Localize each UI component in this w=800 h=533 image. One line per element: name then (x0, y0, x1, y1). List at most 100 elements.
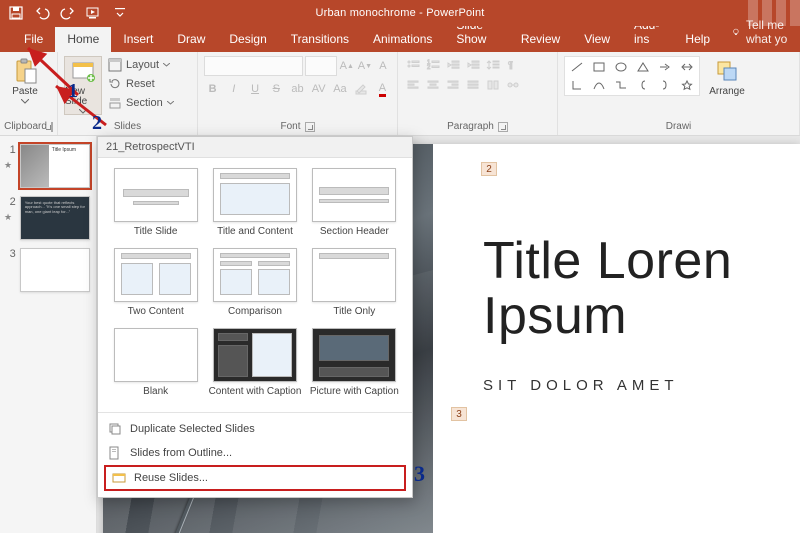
shapes-gallery[interactable] (564, 56, 700, 96)
tab-draw[interactable]: Draw (165, 27, 217, 52)
shape-doublearrow-icon[interactable] (677, 59, 697, 75)
window-title: Urban monochrome - PowerPoint (315, 7, 484, 19)
qat-more-icon[interactable] (112, 5, 128, 21)
svg-text:2: 2 (427, 65, 431, 71)
redo-icon[interactable] (60, 5, 76, 21)
shape-star-icon[interactable] (677, 77, 697, 93)
layout-blank[interactable]: Blank (108, 328, 203, 402)
tab-file[interactable]: File (12, 27, 55, 52)
tab-design[interactable]: Design (217, 27, 278, 52)
align-right-icon[interactable] (444, 76, 462, 94)
layout-title-slide[interactable]: Title Slide (108, 168, 203, 242)
tab-view[interactable]: View (572, 27, 622, 52)
shadow-icon[interactable]: ab (289, 80, 306, 98)
thumbnail-3[interactable]: 3 (0, 244, 96, 296)
align-center-icon[interactable] (424, 76, 442, 94)
slides-from-outline-cmd[interactable]: Slides from Outline... (98, 441, 412, 465)
shape-rect-icon[interactable] (589, 59, 609, 75)
clear-formatting-icon[interactable]: A (375, 57, 391, 75)
reset-button[interactable]: Reset (106, 75, 176, 93)
layout-two-content[interactable]: Two Content (108, 248, 203, 322)
shape-arrow-icon[interactable] (655, 59, 675, 75)
ribbon: Paste Clipboard New Slide Layout Reset S… (0, 52, 800, 136)
chevron-down-icon (79, 109, 87, 114)
layout-content-caption[interactable]: Content with Caption (207, 328, 302, 402)
ribbon-tabs: File Home Insert Draw Design Transitions… (0, 26, 800, 52)
start-from-beginning-icon[interactable] (86, 5, 102, 21)
tab-review[interactable]: Review (509, 27, 572, 52)
shape-curve-icon[interactable] (589, 77, 609, 93)
tab-help[interactable]: Help (673, 27, 722, 52)
group-clipboard-label: Clipboard (4, 121, 47, 132)
numbering-icon[interactable]: 12 (424, 56, 442, 74)
italic-icon[interactable]: I (225, 80, 242, 98)
shape-l-icon[interactable] (567, 77, 587, 93)
shape-connector-icon[interactable] (611, 77, 631, 93)
dialog-launcher-icon[interactable] (498, 122, 508, 132)
tab-insert[interactable]: Insert (111, 27, 165, 52)
duplicate-slides-cmd[interactable]: Duplicate Selected Slides (98, 417, 412, 441)
shape-triangle-icon[interactable] (633, 59, 653, 75)
title-bar: Urban monochrome - PowerPoint (0, 0, 800, 26)
layout-button[interactable]: Layout (106, 56, 176, 74)
annotation-number-1: 1 (68, 80, 78, 103)
font-size-combo[interactable] (305, 56, 336, 76)
section-button[interactable]: Section (106, 94, 176, 112)
font-color-icon[interactable]: A (374, 80, 391, 98)
placeholder-callout-3: 3 (451, 407, 467, 421)
dialog-launcher-icon[interactable] (305, 122, 315, 132)
decrease-font-icon[interactable]: A▼ (357, 57, 373, 75)
undo-icon[interactable] (34, 5, 50, 21)
character-spacing-icon[interactable]: AV (310, 80, 327, 98)
increase-font-icon[interactable]: A▲ (339, 57, 355, 75)
group-font-label: Font (280, 121, 300, 132)
layout-title-only[interactable]: Title Only (307, 248, 402, 322)
arrange-label: Arrange (709, 86, 745, 97)
reuse-slides-cmd[interactable]: Reuse Slides... (104, 465, 406, 491)
align-left-icon[interactable] (404, 76, 422, 94)
layout-comparison[interactable]: Comparison (207, 248, 302, 322)
group-clipboard: Paste Clipboard (0, 52, 58, 135)
slide-thumbnail-pane[interactable]: 1★ Title Ipsum 2★ Your best quote that r… (0, 136, 97, 533)
arrange-button[interactable]: Arrange (708, 56, 746, 97)
layout-section-header[interactable]: Section Header (307, 168, 402, 242)
new-slide-dropdown: 21_RetrospectVTI Title Slide Title and C… (97, 136, 413, 498)
slide-subtitle[interactable]: SIT DOLOR AMET (483, 377, 790, 394)
shape-brace-icon[interactable] (633, 77, 653, 93)
group-drawing-label: Drawi (666, 121, 692, 132)
tab-transitions[interactable]: Transitions (279, 27, 361, 52)
thumbnail-2[interactable]: 2★ Your best quote that reflects approac… (0, 192, 96, 244)
workspace: 1★ Title Ipsum 2★ Your best quote that r… (0, 136, 800, 533)
bullets-icon[interactable] (404, 56, 422, 74)
decrease-indent-icon[interactable] (444, 56, 462, 74)
text-direction-icon[interactable]: ¶ (504, 56, 522, 74)
columns-icon[interactable] (484, 76, 502, 94)
slide-title[interactable]: Title Loren Ipsum (483, 234, 790, 343)
thumbnail-1[interactable]: 1★ Title Ipsum (0, 140, 96, 192)
svg-text:¶: ¶ (508, 60, 513, 70)
group-slides-label: Slides (114, 121, 141, 132)
layout-picture-caption[interactable]: Picture with Caption (307, 328, 402, 402)
tell-me-search[interactable]: Tell me what yo (732, 13, 800, 52)
dialog-launcher-icon[interactable] (51, 122, 53, 132)
smartart-icon[interactable] (504, 76, 522, 94)
shape-brace2-icon[interactable] (655, 77, 675, 93)
tab-animations[interactable]: Animations (361, 27, 444, 52)
highlight-icon[interactable] (353, 80, 370, 98)
group-slides: New Slide Layout Reset Section Slides (58, 52, 198, 135)
tell-me-label: Tell me what yo (746, 18, 800, 46)
underline-icon[interactable]: U (246, 80, 263, 98)
justify-icon[interactable] (464, 76, 482, 94)
bold-icon[interactable]: B (204, 80, 221, 98)
layout-title-content[interactable]: Title and Content (207, 168, 302, 242)
font-name-combo[interactable] (204, 56, 303, 76)
line-spacing-icon[interactable] (484, 56, 502, 74)
strikethrough-icon[interactable]: S (268, 80, 285, 98)
shape-line-icon[interactable] (567, 59, 587, 75)
increase-indent-icon[interactable] (464, 56, 482, 74)
shape-oval-icon[interactable] (611, 59, 631, 75)
paste-button[interactable]: Paste (6, 56, 44, 104)
save-icon[interactable] (8, 5, 24, 21)
tab-home[interactable]: Home (55, 27, 111, 52)
change-case-icon[interactable]: Aa (331, 80, 348, 98)
